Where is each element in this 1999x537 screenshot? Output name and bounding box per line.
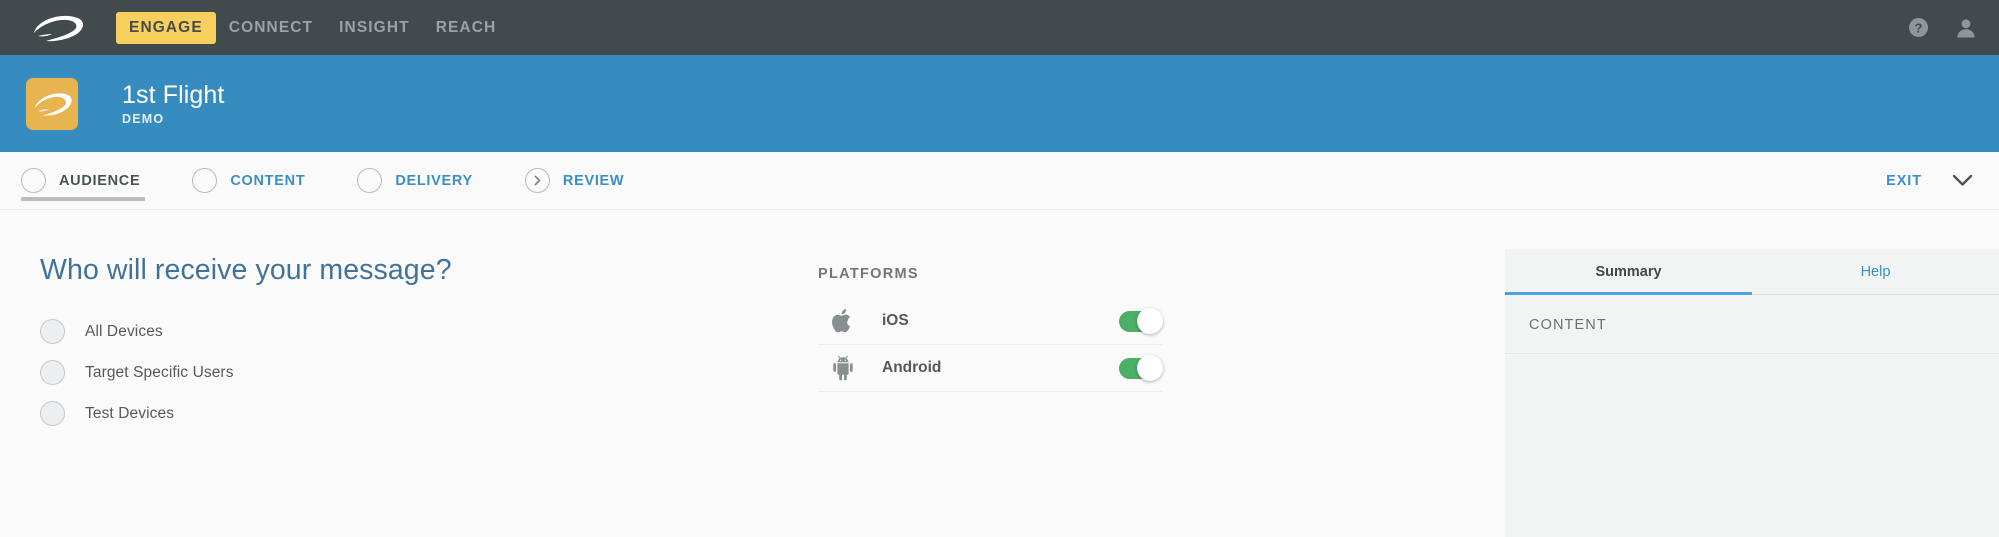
platform-name-android: Android	[882, 359, 942, 376]
swoosh-logo-icon[interactable]	[26, 11, 88, 45]
platform-row-ios: iOS	[818, 298, 1163, 345]
main-content: Who will receive your message? All Devic…	[0, 210, 1999, 537]
platforms-panel: PLATFORMS iOS Android	[818, 266, 1163, 392]
platform-toggle-android[interactable]	[1119, 355, 1163, 381]
platform-toggle-ios[interactable]	[1119, 308, 1163, 334]
platform-row-android: Android	[818, 345, 1163, 392]
radio-option-all-devices[interactable]: All Devices	[40, 311, 370, 352]
radio-circle-icon[interactable]	[40, 360, 65, 385]
help-circle-icon[interactable]: ?	[1908, 17, 1929, 38]
sidebar-section-title-content: CONTENT	[1529, 317, 1607, 333]
wizard-step-bar: AUDIENCE CONTENT DELIVERY REVIEW EXIT	[0, 152, 1999, 210]
step-content[interactable]: CONTENT	[192, 152, 305, 210]
flight-header: 1st Flight DEMO	[0, 55, 1999, 152]
user-account-icon[interactable]	[1955, 17, 1977, 39]
nav-item-engage[interactable]: ENGAGE	[116, 11, 216, 44]
swoosh-app-icon	[26, 77, 78, 130]
radio-circle-icon[interactable]	[40, 319, 65, 344]
nav-item-reach[interactable]: REACH	[423, 12, 510, 44]
step-label-delivery: DELIVERY	[395, 172, 473, 189]
stepbar-actions: EXIT	[1886, 152, 1973, 209]
radio-circle-icon[interactable]	[40, 401, 65, 426]
page-title: 1st Flight	[122, 80, 225, 109]
audience-question: Who will receive your message?	[40, 254, 452, 286]
sidebar-section-content: CONTENT	[1505, 295, 1999, 354]
toggle-knob	[1137, 355, 1163, 381]
empty-circle-icon	[357, 168, 383, 193]
chevron-down-icon[interactable]	[1952, 174, 1973, 187]
step-label-content: CONTENT	[230, 172, 306, 189]
step-delivery[interactable]: DELIVERY	[357, 152, 473, 210]
radio-option-target-specific-users[interactable]: Target Specific Users	[40, 352, 370, 393]
toggle-knob	[1137, 308, 1163, 334]
step-label-review: REVIEW	[562, 172, 625, 189]
summary-sidebar: Summary Help CONTENT	[1505, 249, 1999, 537]
step-label-audience: AUDIENCE	[59, 172, 141, 189]
primary-nav: ENGAGE CONNECT INSIGHT REACH	[116, 11, 510, 44]
topbar-actions: ?	[1908, 0, 1977, 55]
apple-icon	[826, 308, 860, 334]
tab-help[interactable]: Help	[1752, 249, 1999, 295]
nav-item-insight[interactable]: INSIGHT	[326, 12, 423, 44]
platform-name-ios: iOS	[882, 312, 909, 329]
step-review[interactable]: REVIEW	[524, 152, 625, 210]
empty-circle-icon	[192, 168, 218, 193]
empty-circle-icon	[21, 168, 46, 193]
nav-item-connect[interactable]: CONNECT	[216, 12, 326, 44]
svg-text:?: ?	[1915, 20, 1923, 35]
step-audience[interactable]: AUDIENCE	[21, 152, 146, 210]
android-icon	[826, 355, 860, 381]
radio-option-test-devices[interactable]: Test Devices	[40, 393, 370, 434]
exit-button[interactable]: EXIT	[1886, 173, 1922, 189]
sidebar-tabs: Summary Help	[1505, 249, 1999, 295]
radio-label-all-devices: All Devices	[85, 322, 163, 340]
platforms-heading: PLATFORMS	[818, 266, 919, 282]
radio-label-test-devices: Test Devices	[85, 404, 175, 422]
tab-summary[interactable]: Summary	[1505, 249, 1752, 295]
flight-subtitle: DEMO	[122, 112, 165, 127]
flight-title-block: 1st Flight DEMO	[122, 81, 224, 127]
chevron-right-circle-icon	[524, 168, 550, 193]
top-navigation-bar: ENGAGE CONNECT INSIGHT REACH ?	[0, 0, 1999, 55]
audience-options: All Devices Target Specific Users Test D…	[40, 311, 1505, 434]
audience-panel: Who will receive your message? All Devic…	[0, 210, 1505, 537]
radio-label-target-specific-users: Target Specific Users	[85, 363, 234, 381]
